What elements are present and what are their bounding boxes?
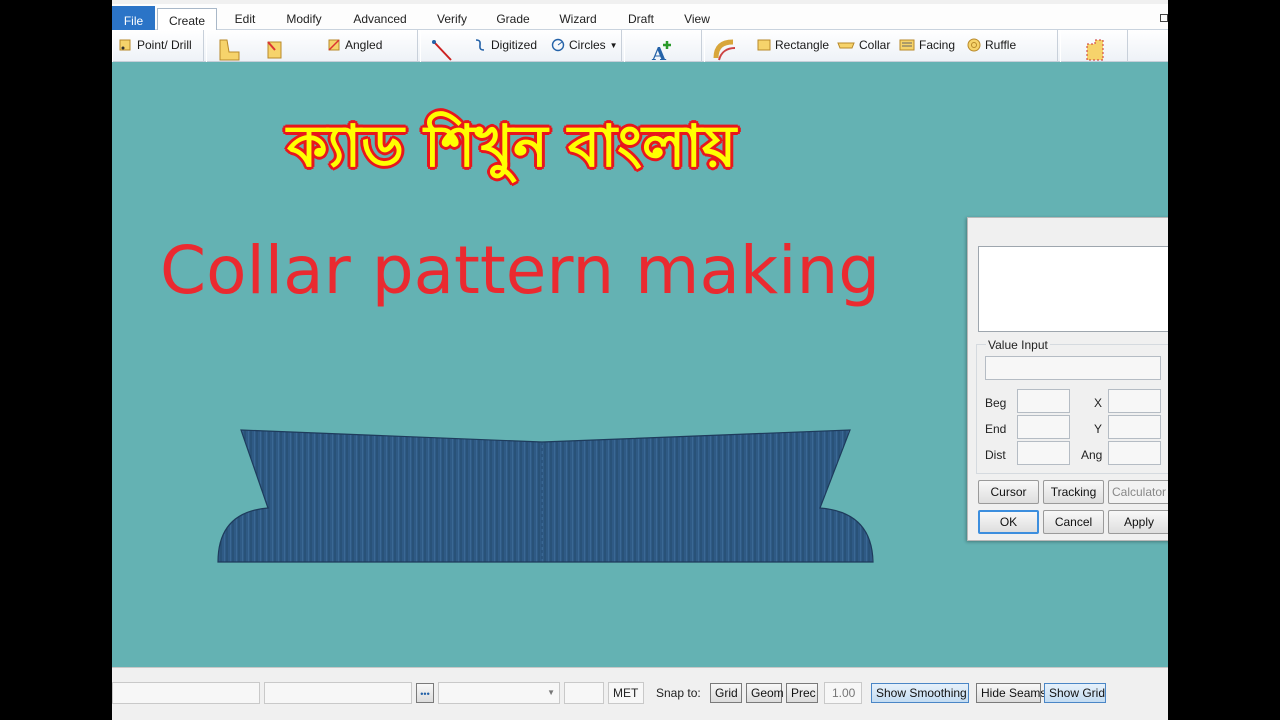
collar-label: Collar — [859, 38, 891, 52]
x-label: X — [1094, 396, 1103, 410]
circle-icon — [551, 38, 565, 52]
digitized-button[interactable]: Digitized — [473, 38, 537, 52]
app-window: File Create Edit Modify Advanced Verify … — [112, 0, 1168, 720]
circles-button[interactable]: Circles ▼ — [551, 38, 618, 52]
ribbon-group-text: A — [624, 30, 702, 62]
tab-edit[interactable]: Edit — [224, 7, 266, 30]
value-input-legend: Value Input — [986, 338, 1050, 352]
digitized-label: Digitized — [491, 38, 538, 52]
show-smoothing-button[interactable]: Show Smoothing — [871, 683, 969, 703]
ribbon-group-components: Rectangle Collar Facing Ruffle — [704, 30, 1058, 62]
add-text-icon[interactable]: A — [651, 38, 675, 62]
shape-tool-icon[interactable] — [217, 38, 241, 62]
status-field-3 — [564, 682, 604, 704]
ruffle-label: Ruffle — [985, 38, 1017, 52]
dist-label: Dist — [985, 448, 1006, 462]
snap-geom-button[interactable]: Geom — [746, 683, 784, 703]
collar-outline — [217, 429, 874, 563]
status-field-2 — [264, 682, 412, 704]
value-input-field[interactable] — [985, 356, 1161, 380]
status-bar: ••• ▼ MET Snap to: Grid Geom Prec 1.00 S… — [112, 667, 1168, 720]
ruffle-button[interactable]: Ruffle — [967, 38, 1016, 52]
ribbon-group-points: Point/ Drill — [112, 30, 204, 62]
rectangle-button[interactable]: Rectangle — [757, 38, 829, 52]
tab-file[interactable]: File — [112, 6, 155, 32]
hide-seams-button[interactable]: Hide Seams — [976, 683, 1046, 703]
tab-wizard[interactable]: Wizard — [550, 7, 606, 30]
point-drill-button[interactable]: Point/ Drill — [119, 38, 192, 52]
drawing-canvas[interactable]: ক্যাড শিখুন বাংলায় Collar pattern makin… — [112, 62, 1168, 667]
rectangle-label: Rectangle — [775, 38, 830, 52]
value-input-dialog: Value Input Beg X End Y Dist Ang Cursor … — [967, 217, 1168, 541]
angled-icon — [328, 39, 340, 51]
apply-button[interactable]: Apply — [1108, 510, 1168, 534]
angled-button[interactable]: Angled — [327, 38, 382, 52]
tab-advanced[interactable]: Advanced — [344, 7, 416, 30]
y-field[interactable] — [1108, 415, 1161, 439]
tab-view[interactable]: View — [675, 7, 719, 30]
bengali-title: ক্যাড শিখুন বাংলায় — [287, 112, 737, 180]
subtitle: Collar pattern making — [160, 232, 881, 309]
piece-dashed-icon[interactable] — [1083, 38, 1107, 62]
tracking-button[interactable]: Tracking — [1043, 480, 1104, 504]
status-field-1 — [112, 682, 260, 704]
ang-field[interactable] — [1108, 441, 1161, 465]
svg-text:A: A — [651, 44, 667, 62]
x-field[interactable] — [1108, 389, 1161, 413]
units-field[interactable]: MET — [608, 682, 644, 704]
preview-box — [978, 246, 1168, 332]
tab-draft[interactable]: Draft — [618, 7, 664, 30]
tab-modify[interactable]: Modify — [275, 7, 333, 30]
chevron-down-icon: ▼ — [609, 40, 618, 50]
angled-label: Angled — [345, 38, 383, 52]
end-label: End — [985, 422, 1007, 436]
facing-icon — [899, 39, 915, 51]
line-tool-icon[interactable] — [431, 38, 455, 62]
more-button[interactable]: ••• — [416, 683, 434, 703]
menu-bar: File Create Edit Modify Advanced Verify … — [112, 4, 1168, 32]
restore-icon[interactable] — [1160, 14, 1168, 22]
ribbon-group-curves: Digitized Circles ▼ — [420, 30, 622, 62]
cancel-button[interactable]: Cancel — [1043, 510, 1104, 534]
curve-pieces-icon[interactable] — [713, 38, 737, 62]
tab-grade[interactable]: Grade — [488, 7, 538, 30]
ok-button[interactable]: OK — [978, 510, 1039, 534]
precision-field[interactable]: 1.00 — [824, 682, 862, 704]
collar-pattern-piece[interactable] — [212, 422, 882, 572]
ribbon-group-extra — [1060, 30, 1128, 62]
tab-verify[interactable]: Verify — [428, 7, 476, 30]
collar-icon — [837, 42, 855, 49]
dist-field[interactable] — [1017, 441, 1070, 465]
ribbon-toolbar: Point/ Drill Angled Digitized Circles ▼ — [112, 30, 1168, 62]
point-drill-icon — [119, 39, 131, 51]
snap-to-label: Snap to: — [656, 686, 701, 700]
chevron-down-icon: ▼ — [547, 688, 555, 697]
collar-button[interactable]: Collar — [837, 38, 890, 52]
snap-prec-button[interactable]: Prec — [786, 683, 818, 703]
circles-label: Circles — [569, 38, 606, 52]
digitized-icon — [475, 39, 485, 51]
end-field[interactable] — [1017, 415, 1070, 439]
facing-label: Facing — [919, 38, 956, 52]
point-drill-label: Point/ Drill — [137, 38, 192, 52]
snap-grid-button[interactable]: Grid — [710, 683, 742, 703]
layer-dropdown[interactable]: ▼ — [438, 682, 560, 704]
beg-field[interactable] — [1017, 389, 1070, 413]
rectangle-icon — [757, 39, 771, 51]
ribbon-group-lines: Angled — [206, 30, 418, 62]
calculator-button[interactable]: Calculator — [1108, 480, 1168, 504]
ellipsis-icon: ••• — [420, 689, 430, 699]
beg-label: Beg — [985, 396, 1007, 410]
show-grid-button[interactable]: Show Grid — [1044, 683, 1106, 703]
facing-button[interactable]: Facing — [899, 38, 955, 52]
ruffle-icon — [967, 38, 981, 52]
ang-label: Ang — [1081, 448, 1103, 462]
y-label: Y — [1094, 422, 1103, 436]
corner-tool-icon[interactable] — [263, 38, 287, 62]
tab-create[interactable]: Create — [157, 8, 217, 32]
cursor-button[interactable]: Cursor — [978, 480, 1039, 504]
